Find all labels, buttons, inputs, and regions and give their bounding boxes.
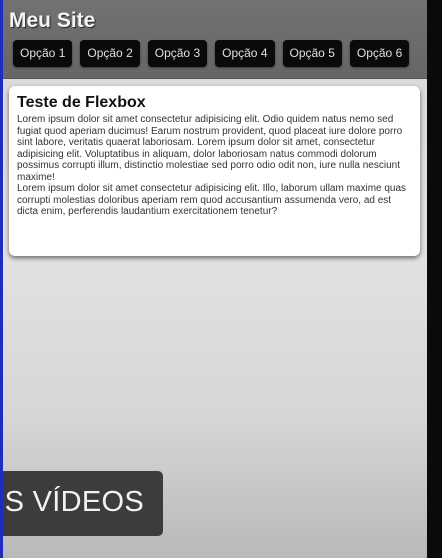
nav-item-opcao-1[interactable]: Opção 1	[13, 40, 73, 67]
card-title: Teste de Flexbox	[17, 94, 146, 111]
more-videos-label: AIS VÍDEOS	[3, 486, 144, 518]
content-card: Teste de Flexbox Lorem ipsum dolor sit a…	[9, 86, 420, 256]
card-paragraph-1: Lorem ipsum dolor sit amet consectetur a…	[17, 114, 403, 183]
right-window-edge	[427, 0, 442, 558]
web-page: Meu Site Opção 1 Opção 2 Opção 3 Opção 4…	[3, 0, 427, 558]
main-nav: Opção 1 Opção 2 Opção 3 Opção 4 Opção 5 …	[13, 40, 410, 67]
browser-viewport: Meu Site Opção 1 Opção 2 Opção 3 Opção 4…	[0, 0, 442, 558]
nav-item-opcao-6[interactable]: Opção 6	[349, 40, 410, 67]
nav-item-opcao-4[interactable]: Opção 4	[215, 40, 275, 67]
nav-item-opcao-3[interactable]: Opção 3	[147, 40, 208, 67]
more-videos-button[interactable]: AIS VÍDEOS	[3, 471, 163, 536]
nav-item-opcao-5[interactable]: Opção 5	[282, 40, 342, 67]
nav-item-opcao-2[interactable]: Opção 2	[80, 40, 140, 67]
site-header: Meu Site Opção 1 Opção 2 Opção 3 Opção 4…	[3, 0, 427, 79]
site-title: Meu Site	[9, 9, 96, 32]
card-paragraph-2: Lorem ipsum dolor sit amet consectetur a…	[17, 183, 407, 217]
